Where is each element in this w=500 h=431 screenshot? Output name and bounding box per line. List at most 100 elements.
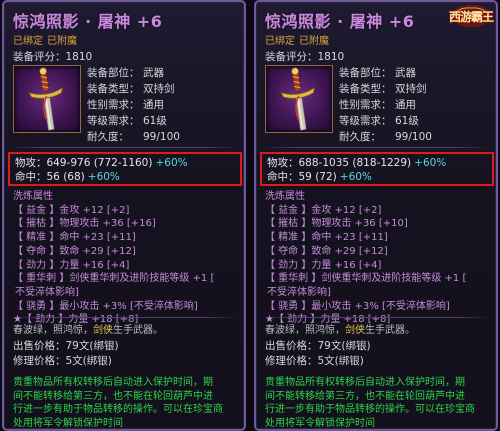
desc-text: 生手武器。	[113, 325, 163, 336]
refine-line: 【 重华刺 】剑侠重华刺及进阶技能等级 +1 [	[265, 273, 467, 285]
refine-line: 【 摧枯 】物理攻击 +36 [+10]	[265, 218, 408, 230]
divider	[262, 147, 490, 148]
sword-hilt-icon[interactable]	[13, 65, 81, 133]
stat-hit: 命中：56 (68) +60%	[15, 170, 235, 184]
info-row-gender: 性别需求： 通用	[339, 97, 432, 113]
logo-text: 西游霸王	[448, 9, 494, 24]
info-label: 装备类型：	[87, 83, 140, 95]
note-line: 贵重物品所有权转移后自动进入保护时间，期	[13, 377, 213, 388]
equipment-rating: 装备评分：1810	[265, 49, 344, 64]
sell-price: 出售价格：79文(绑银)	[265, 340, 371, 352]
note-line: 行进一步有助于物品转移的操作。可以在珍宝商	[265, 404, 475, 415]
info-value: 武器	[143, 67, 164, 79]
protection-note: 贵重物品所有权转移后自动进入保护时间，期 间不能转移给第三方，也不能在轮回葫芦中…	[265, 376, 490, 429]
sell-price: 出售价格：79文(绑银)	[13, 340, 119, 352]
desc-highlight: 剑侠	[93, 325, 113, 336]
status-enchanted: 已附魔	[299, 36, 329, 47]
item-prices: 出售价格：79文(绑银) 修理价格：5文(绑银)	[265, 339, 371, 369]
info-row-slot: 装备部位： 武器	[339, 65, 432, 81]
status-bound: 已绑定	[265, 36, 295, 47]
item-status: 已绑定 已附魔	[13, 32, 81, 47]
info-value: 61级	[143, 115, 167, 127]
info-row-type: 装备类型： 双持剑	[339, 81, 432, 97]
info-value: 99/100	[395, 131, 432, 143]
info-value: 99/100	[143, 131, 180, 143]
refine-line: 【 劲力 】力量 +16 [+4]	[265, 259, 382, 271]
desc-text: 生手武器。	[365, 325, 415, 336]
refine-line: 【 骁勇 】最小攻击 +3% [不受淬体影响]	[13, 300, 198, 312]
info-row-type: 装备类型： 双持剑	[87, 81, 180, 97]
refine-line: 【 劲力 】力量 +16 [+4]	[13, 259, 130, 271]
info-value: 双持剑	[143, 83, 175, 95]
status-enchanted: 已附魔	[47, 36, 77, 47]
stat-attack: 物攻：688-1035 (818-1229) +60%	[267, 156, 487, 170]
note-line: 间不能转移给第三方，也不能在轮回葫芦中进	[13, 390, 213, 402]
desc-text: 春波绿，照鸿惊，	[13, 325, 93, 336]
info-label: 耐久度：	[339, 131, 381, 143]
divider	[10, 317, 238, 318]
refine-title: 洗炼属性	[265, 191, 305, 202]
note-line: 处用将军令解锁保护时间	[265, 417, 375, 429]
item-title-row: 惊鸿照影 · 屠神 +6	[13, 7, 238, 33]
info-value: 通用	[143, 99, 164, 111]
divider	[262, 317, 490, 318]
stat-hit: 命中：59 (72) +60%	[267, 170, 487, 184]
info-label: 等级需求：	[339, 115, 392, 127]
stat-bonus: +60%	[87, 171, 120, 183]
status-bound: 已绑定	[13, 36, 43, 47]
sword-hilt-icon[interactable]	[265, 65, 333, 133]
item-prices: 出售价格：79文(绑银) 修理价格：5文(绑银)	[13, 339, 119, 369]
refine-line: 【 骁勇 】最小攻击 +3% [不受淬体影响]	[265, 300, 450, 312]
divider	[10, 147, 238, 148]
info-row-durability: 耐久度： 99/100	[339, 129, 432, 145]
item-description: 春波绿，照鸿惊，剑侠生手武器。	[265, 321, 415, 336]
note-line: 间不能转移给第三方，也不能在轮回葫芦中进	[265, 390, 465, 402]
item-info: 装备部位： 武器 装备类型： 双持剑 性别需求： 通用 等级需求： 61级 耐久度： 99…	[87, 65, 180, 145]
item-name: 惊鸿照影 · 屠神 +6	[265, 12, 415, 31]
info-label: 装备部位：	[87, 67, 140, 79]
refine-line: 不受淬体影响]	[15, 286, 79, 298]
protection-note: 贵重物品所有权转移后自动进入保护时间，期 间不能转移给第三方，也不能在轮回葫芦中…	[13, 376, 238, 429]
item-status: 已绑定 已附魔	[265, 32, 333, 47]
info-value: 武器	[395, 67, 416, 79]
refine-line: 【 重华刺 】剑侠重华刺及进阶技能等级 +1 [	[13, 273, 215, 285]
refine-title: 洗炼属性	[13, 191, 53, 202]
info-value: 61级	[395, 115, 419, 127]
refine-line: 【 夺命 】致命 +29 [+12]	[265, 245, 388, 257]
refine-line: 【 夺命 】致命 +29 [+12]	[13, 245, 136, 257]
item-description: 春波绿，照鸿惊，剑侠生手武器。	[13, 321, 163, 336]
item-tooltip-right: 惊鸿照影 · 屠神 +6 西游霸王 已绑定 已附魔 装备评分：1810 装备部位…	[254, 0, 498, 431]
info-label: 性别需求：	[339, 99, 392, 111]
stat-bonus: +60%	[414, 157, 447, 169]
info-label: 装备类型：	[339, 83, 392, 95]
info-row-level: 等级需求： 61级	[87, 113, 180, 129]
refine-attributes: 洗炼属性 【 益金 】金攻 +12 [+2] 【 摧枯 】物理攻击 +36 [+…	[265, 190, 492, 327]
rating-value: 1810	[317, 51, 345, 63]
stat-bonus: +60%	[155, 157, 188, 169]
note-line: 行进一步有助于物品转移的操作。可以在珍宝商	[13, 404, 223, 415]
note-line: 处用将军令解锁保护时间	[13, 417, 123, 429]
refine-line: 【 益金 】金攻 +12 [+2]	[13, 204, 130, 216]
refine-line: 【 精准 】命中 +23 [+11]	[13, 232, 136, 244]
stats-highlight-box: 物攻：688-1035 (818-1229) +60% 命中：59 (72) +60…	[260, 152, 494, 186]
item-name: 惊鸿照影 · 屠神 +6	[13, 12, 163, 31]
rating-label: 装备评分：	[13, 51, 66, 63]
info-label: 性别需求：	[87, 99, 140, 111]
equipment-rating: 装备评分：1810	[13, 49, 92, 64]
stat-bonus: +60%	[339, 171, 372, 183]
refine-line: 【 益金 】金攻 +12 [+2]	[265, 204, 382, 216]
repair-price: 修理价格：5文(绑银)	[13, 355, 112, 367]
refine-line: 【 摧枯 】物理攻击 +36 [+16]	[13, 218, 156, 230]
note-line: 贵重物品所有权转移后自动进入保护时间，期	[265, 377, 465, 388]
info-label: 装备部位：	[339, 67, 392, 79]
info-label: 耐久度：	[87, 131, 129, 143]
info-row-gender: 性别需求： 通用	[87, 97, 180, 113]
info-value: 双持剑	[395, 83, 427, 95]
item-tooltip-left: 惊鸿照影 · 屠神 +6 已绑定 已附魔 装备评分：1810 装备部位： 武器 装备…	[2, 0, 246, 431]
stat-text: 物攻：649-976 (772-1160)	[15, 157, 153, 169]
desc-highlight: 剑侠	[345, 325, 365, 336]
rating-value: 1810	[65, 51, 93, 63]
game-logo: 西游霸王	[448, 2, 494, 30]
stat-text: 物攻：688-1035 (818-1229)	[267, 157, 412, 169]
rating-label: 装备评分：	[265, 51, 318, 63]
